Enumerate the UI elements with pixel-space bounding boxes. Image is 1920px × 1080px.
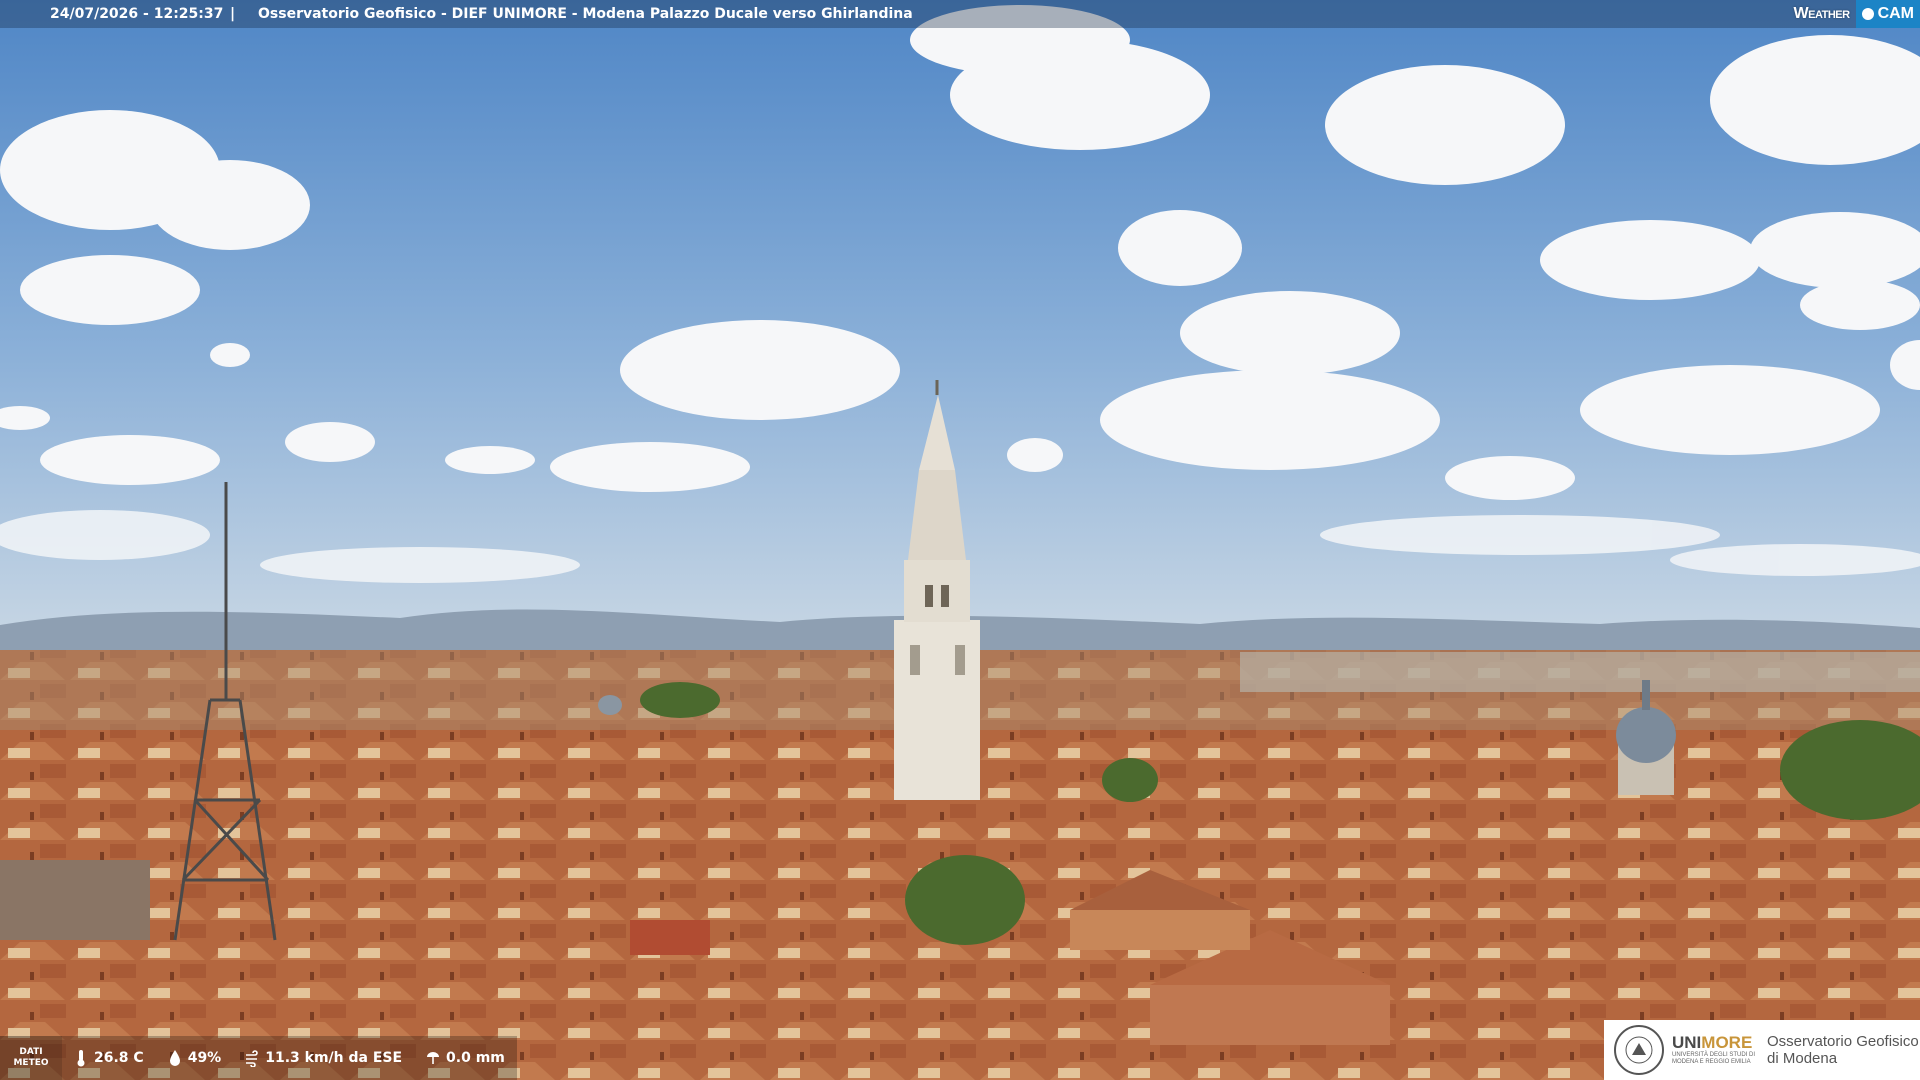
- uni-sub-line1: UNIVERSITÀ DEGLI STUDI DI: [1672, 1052, 1756, 1058]
- cloud: [1325, 65, 1565, 185]
- cloud: [550, 442, 750, 492]
- timestamp: 24/07/2026 - 12:25:37: [50, 6, 224, 22]
- wind-value: 11.3 km/h da ESE: [265, 1050, 403, 1066]
- rain-gauge-icon: [427, 1052, 440, 1064]
- caption-separator: |: [230, 6, 236, 22]
- caption-bar: 24/07/2026 - 12:25:37 | Osservatorio Geo…: [0, 0, 1920, 28]
- cloud: [1118, 210, 1242, 286]
- brand-cam: CAM: [1877, 5, 1914, 22]
- brand-weather: Weather: [1793, 5, 1851, 22]
- unimore-wordmark: UNIMORE UNIVERSITÀ DEGLI STUDI DI MODENA…: [1672, 1034, 1755, 1066]
- wind-reading: 11.3 km/h da ESE: [233, 1036, 415, 1080]
- meteo-label-line2: METEO: [13, 1058, 49, 1068]
- temperature-value: 26.8 C: [94, 1050, 144, 1066]
- camera-location: Osservatorio Geofisico - DIEF UNIMORE - …: [258, 6, 913, 22]
- temperature-reading: 26.8 C: [62, 1036, 156, 1080]
- cloud: [1007, 438, 1063, 472]
- rain-value: 0.0 mm: [446, 1050, 505, 1066]
- humidity-value: 49%: [187, 1050, 222, 1066]
- humidity-reading: 49%: [155, 1036, 234, 1080]
- cloud: [1580, 365, 1880, 455]
- unimore-logo: UNIMORE UNIVERSITÀ DEGLI STUDI DI MODENA…: [1604, 1020, 1920, 1080]
- meteo-label-line1: DATI: [19, 1047, 43, 1057]
- webcam-scene: [0, 0, 1920, 1080]
- uni-prefix: UNI: [1672, 1033, 1702, 1052]
- dome: [598, 695, 622, 715]
- weathercam-logo: Weather CAM: [1790, 0, 1920, 28]
- humidity-drop-icon: [169, 1050, 180, 1066]
- cloud: [1180, 291, 1400, 375]
- cloud: [1100, 370, 1440, 470]
- obs-line2: di Modena: [1767, 1050, 1838, 1067]
- weather-data-bar: DATI METEO 26.8 C 49% 11.3 km/h da ESE 0…: [0, 1036, 517, 1080]
- camera-lens-icon: [1861, 8, 1874, 20]
- uni-suffix: MORE: [1701, 1033, 1753, 1052]
- cloud: [1445, 456, 1575, 500]
- uni-sub-line2: MODENA E REGGIO EMILIA: [1672, 1059, 1751, 1065]
- rain-reading: 0.0 mm: [414, 1036, 517, 1080]
- wind-icon: [246, 1050, 258, 1067]
- cloud: [620, 320, 900, 420]
- meteo-label: DATI METEO: [0, 1036, 62, 1080]
- thermometer-icon: [77, 1050, 85, 1067]
- skyline-buildings: [1240, 652, 1920, 692]
- obs-line1: Osservatorio Geofisico: [1767, 1033, 1919, 1050]
- brand-cam-badge: CAM: [1855, 0, 1920, 28]
- university-seal-icon: [1614, 1025, 1664, 1075]
- observatory-name: Osservatorio Geofisico di Modena: [1767, 1033, 1919, 1067]
